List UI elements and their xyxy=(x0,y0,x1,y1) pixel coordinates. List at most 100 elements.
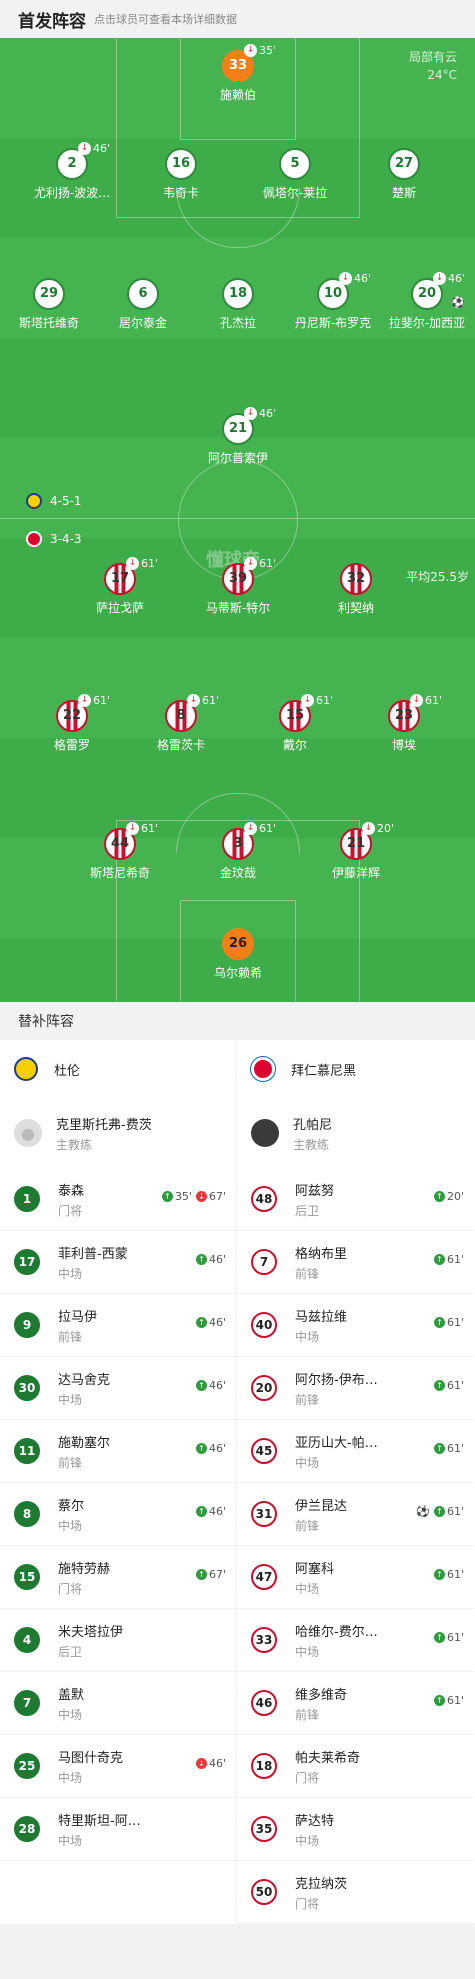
sub-in-minute: 61' xyxy=(446,1568,464,1581)
sub-position: 中场 xyxy=(295,1833,320,1848)
sub-name: 特里斯坦-阿… xyxy=(58,1813,141,1829)
sub-row[interactable]: 9 拉马伊 前锋 ↑ 46' xyxy=(0,1294,236,1357)
player-name: 韦奇卡 xyxy=(162,186,199,200)
sub-row[interactable]: 28 特里斯坦-阿… 中场 xyxy=(0,1798,236,1861)
home-crest-icon xyxy=(26,493,42,509)
sub-in-icon: ↑ xyxy=(433,1380,445,1391)
away-team-row[interactable]: 拜仁慕尼黑 xyxy=(237,1040,474,1098)
away-player[interactable]: 32 利契纳 xyxy=(296,563,416,616)
sub-row[interactable]: 11 施勒塞尔 前锋 ↑ 46' xyxy=(0,1420,236,1483)
player-name: 楚斯 xyxy=(391,186,416,200)
sub-number: 25 xyxy=(14,1753,40,1779)
sub-row[interactable]: 33 哈维尔-费尔… 中场 ↑ 61' xyxy=(237,1609,474,1672)
sub-position: 前锋 xyxy=(58,1455,83,1470)
away-player[interactable]: 39 ↓ 61' 马蒂斯-特尔 xyxy=(178,557,298,616)
home-team-row[interactable]: 杜伦 xyxy=(0,1040,236,1098)
home-player[interactable]: 33 ↓ 35' 施赖伯 xyxy=(178,44,298,103)
player-number: 16 xyxy=(165,148,197,180)
sub-row[interactable]: 7 格纳布里 前锋 ↑ 61' xyxy=(237,1231,474,1294)
sub-in-icon: ↑ xyxy=(195,1569,207,1580)
home-team-name: 杜伦 xyxy=(54,1063,81,1079)
player-number: 26 xyxy=(222,928,254,960)
player-name: 阿尔普索伊 xyxy=(207,451,268,465)
sub-out-event: ↓ 46' xyxy=(244,407,276,420)
sub-position: 前锋 xyxy=(58,1329,83,1344)
sub-row[interactable]: 25 马图什奇克 中场 ↓ 46' xyxy=(0,1735,236,1798)
sub-out-icon: ↓ xyxy=(78,142,91,155)
sub-in-icon: ↑ xyxy=(433,1632,445,1643)
player-name: 马蒂斯-特尔 xyxy=(205,601,271,615)
away-player[interactable]: 21 ↓ 20' 伊藤洋辉 xyxy=(296,822,416,881)
sub-position: 中场 xyxy=(295,1581,320,1596)
goal-icon: ⚽ xyxy=(451,296,465,309)
sub-row[interactable]: 18 帕夫莱希奇 门将 xyxy=(237,1735,474,1798)
weather-condition: 局部有云 xyxy=(408,50,457,64)
home-player[interactable]: 21 ↓ 46' 阿尔普索伊 xyxy=(178,407,298,466)
sub-out-icon: ↓ xyxy=(244,407,257,420)
away-player[interactable]: 22 ↓ 61' 格雷罗 xyxy=(12,694,132,753)
away-player[interactable]: 23 ↓ 61' 博埃 xyxy=(344,694,464,753)
sub-position: 后卫 xyxy=(58,1644,83,1659)
away-player[interactable]: 17 ↓ 61' 萨拉戈萨 xyxy=(60,557,180,616)
sub-number: 18 xyxy=(251,1753,277,1779)
sub-in-minute: 61' xyxy=(446,1253,464,1266)
sub-in-minute: 61' xyxy=(446,1631,464,1644)
sub-out-minute: 46' xyxy=(448,272,466,285)
away-coach-row[interactable]: 孔帕尼 主教练 xyxy=(237,1098,474,1168)
coach-avatar-icon: ● xyxy=(14,1119,42,1147)
away-player[interactable]: 3 ↓ 61' 金玟哉 xyxy=(178,822,298,881)
away-team-crest-icon xyxy=(251,1057,275,1081)
player-name: 施赖伯 xyxy=(219,88,256,102)
away-player[interactable]: 8 ↓ 61' 格雷茨卡 xyxy=(121,694,241,753)
sub-row[interactable]: 30 达马舍克 中场 ↑ 46' xyxy=(0,1357,236,1420)
away-player[interactable]: 26 乌尔赖希 xyxy=(178,928,298,981)
footer-space xyxy=(0,1924,475,1979)
goal-icon: ⚽ xyxy=(416,1505,430,1518)
sub-row[interactable]: 4 米夫塔拉伊 后卫 xyxy=(0,1609,236,1672)
sub-row[interactable]: 47 阿塞科 中场 ↑ 61' xyxy=(237,1546,474,1609)
sub-number: 7 xyxy=(251,1249,277,1275)
home-team-crest-icon xyxy=(14,1057,38,1081)
sub-number: 28 xyxy=(14,1816,40,1842)
home-player[interactable]: 20 ↓ 46' ⚽ 拉斐尔-加西亚 xyxy=(367,272,475,331)
sub-row[interactable]: 50 克拉纳茨 门将 xyxy=(237,1861,474,1924)
sub-in-minute: 46' xyxy=(208,1253,226,1266)
away-player[interactable]: 44 ↓ 61' 斯塔尼希奇 xyxy=(60,822,180,881)
sub-out-minute: 61' xyxy=(259,557,277,570)
away-player[interactable]: 15 ↓ 61' 戴尔 xyxy=(235,694,355,753)
sub-position: 门将 xyxy=(58,1203,83,1218)
player-name: 格雷罗 xyxy=(53,738,90,752)
sub-events: ↑ 46' xyxy=(195,1253,226,1266)
sub-position: 中场 xyxy=(58,1833,83,1848)
sub-in-minute: 61' xyxy=(446,1442,464,1455)
sub-row[interactable]: 46 维多维奇 前锋 ↑ 61' xyxy=(237,1672,474,1735)
player-name: 戴尔 xyxy=(282,738,307,752)
home-player[interactable]: 5 佩塔尔-莱拉 xyxy=(235,148,355,201)
sub-position: 前锋 xyxy=(295,1392,320,1407)
sub-position: 中场 xyxy=(58,1518,83,1533)
player-name: 利契纳 xyxy=(337,601,374,615)
sub-row[interactable]: 7 盖默 中场 xyxy=(0,1672,236,1735)
home-player[interactable]: 2 ↓ 46' 尤利扬-波波… xyxy=(12,142,132,201)
sub-row[interactable]: 17 菲利普-西蒙 中场 ↑ 46' xyxy=(0,1231,236,1294)
player-name: 伊藤洋辉 xyxy=(331,866,380,880)
sub-position: 门将 xyxy=(295,1896,320,1911)
sub-row[interactable]: 45 亚历山大-帕… 中场 ↑ 61' xyxy=(237,1420,474,1483)
sub-out-event: ↓ 46' xyxy=(433,272,465,285)
sub-row[interactable]: 1 泰森 门将 ↑ 35' ↓ 67' xyxy=(0,1168,236,1231)
sub-row[interactable]: 35 萨达特 中场 xyxy=(237,1798,474,1861)
sub-row[interactable]: 20 阿尔扬-伊布… 前锋 ↑ 61' xyxy=(237,1357,474,1420)
home-player[interactable]: 16 韦奇卡 xyxy=(121,148,241,201)
sub-row[interactable]: 48 阿兹努 后卫 ↑ 20' xyxy=(237,1168,474,1231)
subs-title: 替补阵容 xyxy=(0,1002,475,1040)
weather: 局部有云 24°C xyxy=(409,48,457,84)
player-name: 博埃 xyxy=(391,738,416,752)
sub-row[interactable]: 8 蔡尔 中场 ↑ 46' xyxy=(0,1483,236,1546)
sub-row[interactable]: 40 马兹拉维 中场 ↑ 61' xyxy=(237,1294,474,1357)
sub-out-icon: ↓ xyxy=(410,694,423,707)
sub-row[interactable]: 15 施特劳赫 门将 ↑ 67' xyxy=(0,1546,236,1609)
home-coach-row[interactable]: ● 克里斯托弗-费茨 主教练 xyxy=(0,1098,236,1168)
home-player[interactable]: 27 楚斯 xyxy=(344,148,464,201)
sub-in-minute: 61' xyxy=(446,1316,464,1329)
sub-row[interactable]: 31 伊兰昆达 前锋 ⚽ ↑ 61' xyxy=(237,1483,474,1546)
